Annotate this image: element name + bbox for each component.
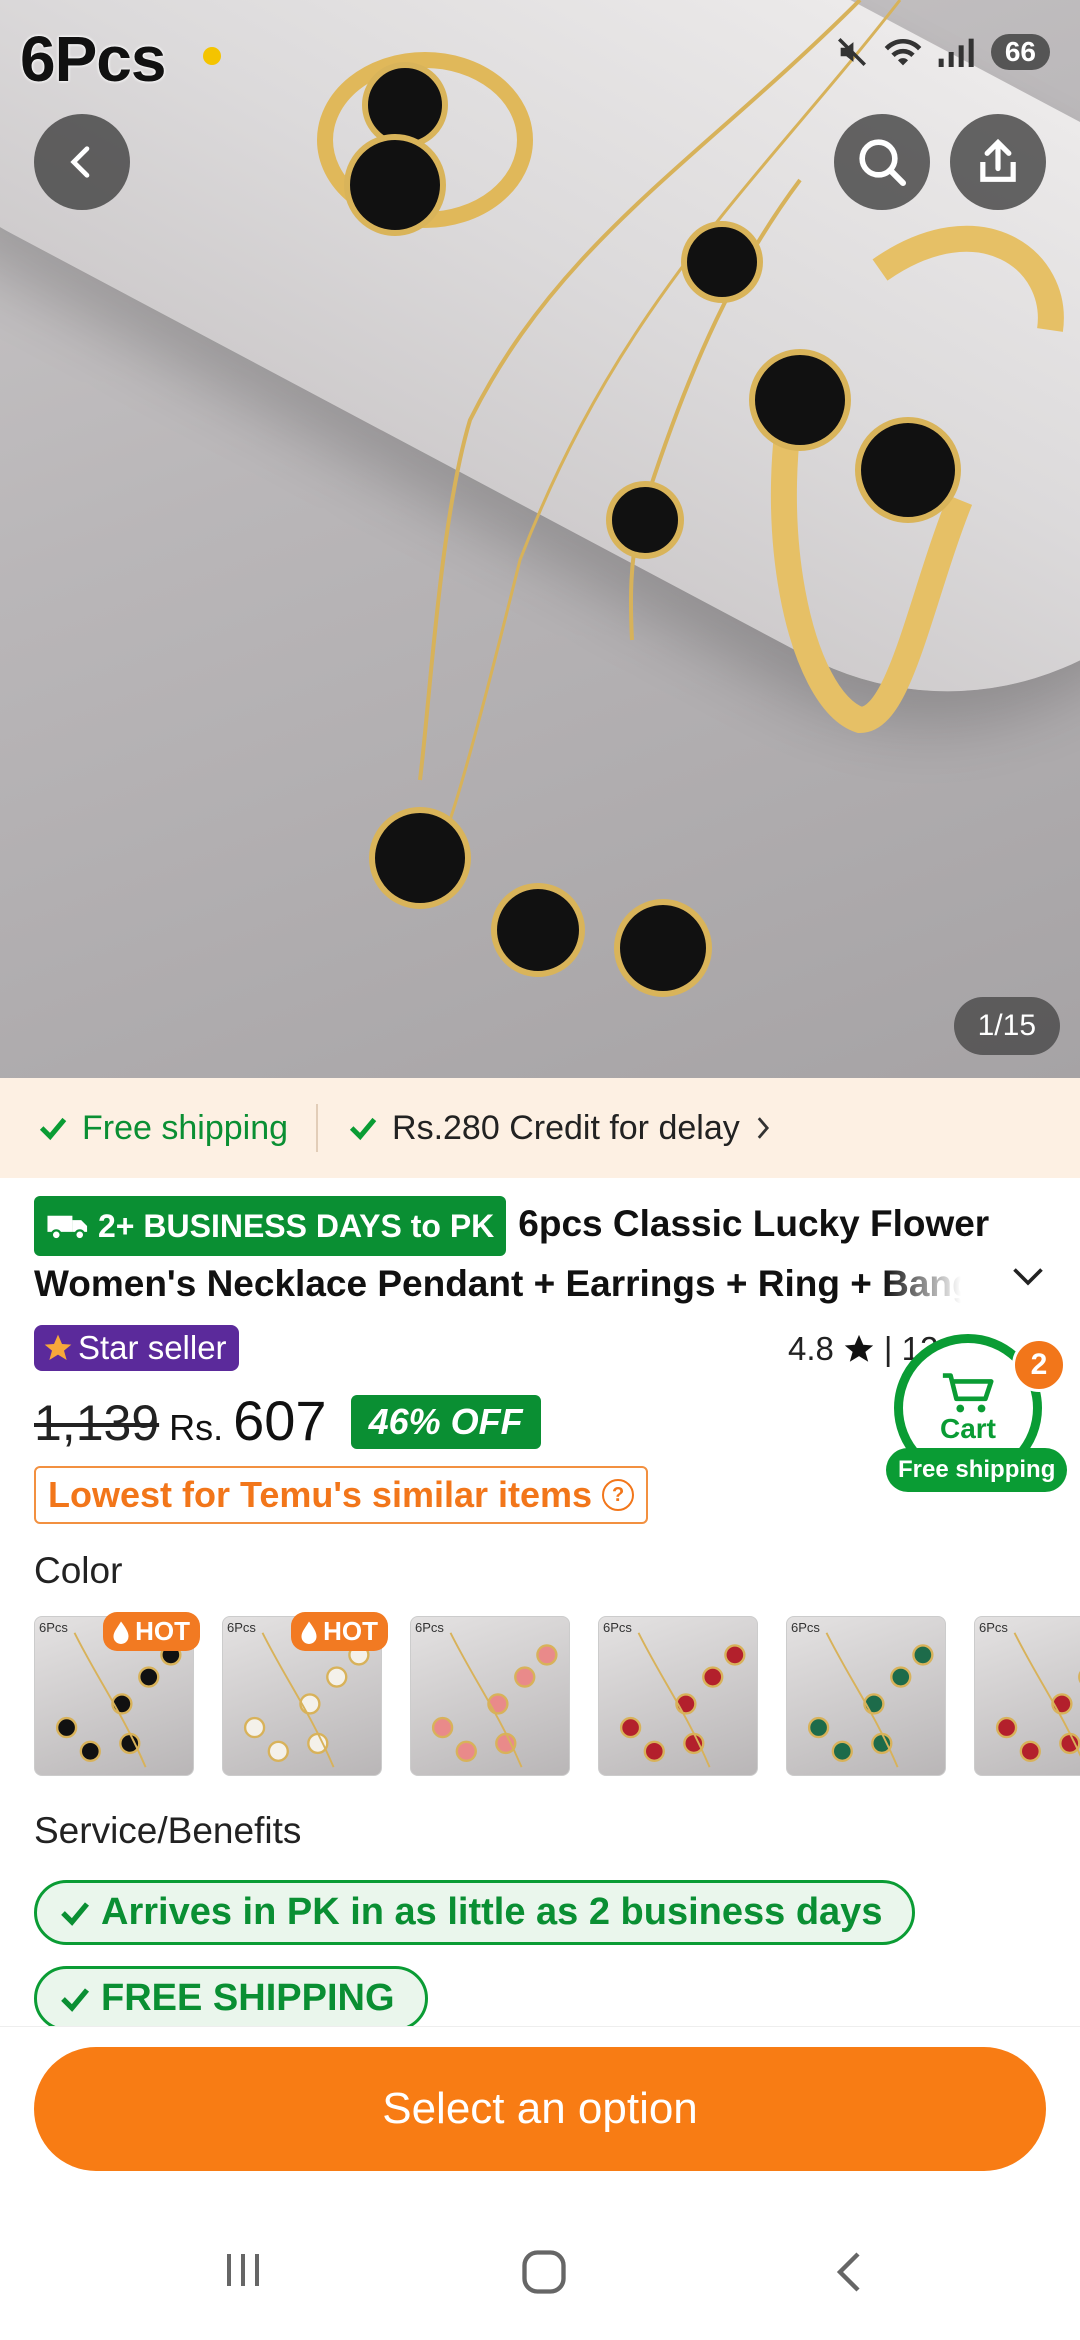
- search-icon: [859, 139, 907, 187]
- service-item-fast-delivery[interactable]: Arrives in PK in as little as 2 business…: [34, 1880, 916, 1945]
- product-image[interactable]: 6Pcs 66 1/15: [0, 0, 1080, 1078]
- color-option[interactable]: 6Pcs HOT: [222, 1612, 388, 1776]
- back-button[interactable]: [34, 114, 130, 210]
- service-item-free-shipping[interactable]: FREE SHIPPING: [34, 1966, 428, 2031]
- mute-icon: [837, 37, 866, 67]
- back-nav-icon[interactable]: [826, 2246, 874, 2298]
- star-seller-text: Star seller: [78, 1329, 227, 1366]
- divider: [316, 1104, 319, 1152]
- lowest-price-badge[interactable]: Lowest for Temu's similar items ?: [34, 1466, 649, 1524]
- hot-badge: HOT: [291, 1612, 388, 1651]
- star-seller-badge[interactable]: Star seller: [34, 1325, 239, 1371]
- select-option-button[interactable]: Select an option: [34, 2047, 1046, 2171]
- credit-for-delay-link[interactable]: Rs.280 Credit for delay: [346, 1109, 774, 1148]
- free-shipping-info: Free shipping: [36, 1109, 288, 1148]
- signal-icon: [938, 38, 974, 67]
- home-icon[interactable]: [518, 2246, 570, 2298]
- color-options: 6Pcs HOT 6Pcs HOT 6Pcs 6Pcs 6Pcs 6Pcs: [34, 1612, 1080, 1776]
- lowest-price-text: Lowest for Temu's similar items: [48, 1474, 593, 1515]
- cart-label: Cart: [939, 1413, 996, 1444]
- image-counter: 1/15: [953, 997, 1060, 1055]
- question-icon[interactable]: ?: [602, 1479, 635, 1511]
- free-shipping-text: Free shipping: [82, 1108, 289, 1147]
- battery-indicator: 66: [990, 34, 1050, 70]
- system-nav-bar: [0, 2200, 1080, 2340]
- delivery-badge-text: 2+ BUSINESS DAYS to PK: [98, 1208, 495, 1245]
- product-title-block[interactable]: 2+ BUSINESS DAYS to PK 6pcs Classic Luck…: [34, 1196, 994, 1312]
- cart-free-shipping-pill: Free shipping: [886, 1448, 1068, 1492]
- check-icon: [61, 1987, 90, 2012]
- title-fade: [884, 1252, 994, 1308]
- cart-icon: [942, 1373, 994, 1413]
- price-row: 1,139 Rs. 607 46% OFF: [34, 1388, 541, 1455]
- recent-apps-icon[interactable]: [218, 2246, 268, 2294]
- chevron-left-icon: [70, 146, 90, 178]
- check-icon: [349, 1117, 377, 1141]
- rating-value: 4.8: [788, 1330, 834, 1367]
- jewelry-thumbnail: [431, 1632, 558, 1768]
- chevron-right-icon: [757, 1117, 769, 1139]
- cart-count-badge: 2: [1012, 1338, 1066, 1392]
- sale-price: 607: [233, 1389, 327, 1452]
- currency-symbol: Rs.: [169, 1407, 224, 1448]
- share-button[interactable]: [950, 114, 1046, 210]
- service-text: Arrives in PK in as little as 2 business…: [101, 1891, 883, 1933]
- hot-badge: HOT: [103, 1612, 200, 1651]
- jewelry-thumbnail: [619, 1632, 746, 1768]
- discount-badge: 46% OFF: [350, 1395, 541, 1449]
- star-icon: [44, 1334, 72, 1360]
- color-option[interactable]: 6Pcs: [410, 1616, 570, 1776]
- color-option[interactable]: 6Pcs: [598, 1616, 758, 1776]
- jewelry-thumbnail: [807, 1632, 934, 1768]
- color-option[interactable]: 6Pcs: [786, 1616, 946, 1776]
- credit-text: Rs.280 Credit for delay: [392, 1108, 740, 1147]
- truck-icon: [47, 1215, 88, 1241]
- bottom-action-bar: Select an option: [0, 2026, 1080, 2171]
- hot-badge-text: HOT: [135, 1616, 190, 1646]
- flame-icon: [301, 1621, 317, 1644]
- flame-icon: [113, 1621, 129, 1644]
- color-option-thumbnail[interactable]: 6Pcs: [786, 1616, 946, 1776]
- wifi-icon: [884, 38, 922, 66]
- color-section-title: Color: [34, 1550, 123, 1591]
- color-option-thumbnail[interactable]: 6Pcs: [974, 1616, 1080, 1776]
- color-option[interactable]: 6Pcs HOT: [34, 1612, 200, 1776]
- overlay-label: 6Pcs: [20, 23, 166, 95]
- jewelry-thumbnail: [995, 1632, 1080, 1762]
- status-bar: 66: [835, 34, 1050, 70]
- search-button[interactable]: [834, 114, 930, 210]
- service-section-title: Service/Benefits: [34, 1810, 302, 1851]
- service-text: FREE SHIPPING: [101, 1977, 395, 2019]
- original-price: 1,139: [34, 1395, 160, 1451]
- check-icon: [61, 1901, 90, 1926]
- color-option-thumbnail[interactable]: 6Pcs: [598, 1616, 758, 1776]
- check-icon: [39, 1117, 67, 1141]
- notification-dot: [203, 47, 221, 65]
- share-icon: [980, 138, 1016, 182]
- chevron-down-icon[interactable]: [1010, 1262, 1046, 1292]
- hot-badge-text: HOT: [323, 1616, 378, 1646]
- color-option-thumbnail[interactable]: 6Pcs: [410, 1616, 570, 1776]
- delivery-badge: 2+ BUSINESS DAYS to PK: [34, 1196, 507, 1257]
- star-icon: [844, 1334, 874, 1362]
- color-option[interactable]: 6Pcs: [974, 1616, 1080, 1776]
- shipping-info-bar[interactable]: Free shipping Rs.280 Credit for delay: [0, 1078, 1080, 1178]
